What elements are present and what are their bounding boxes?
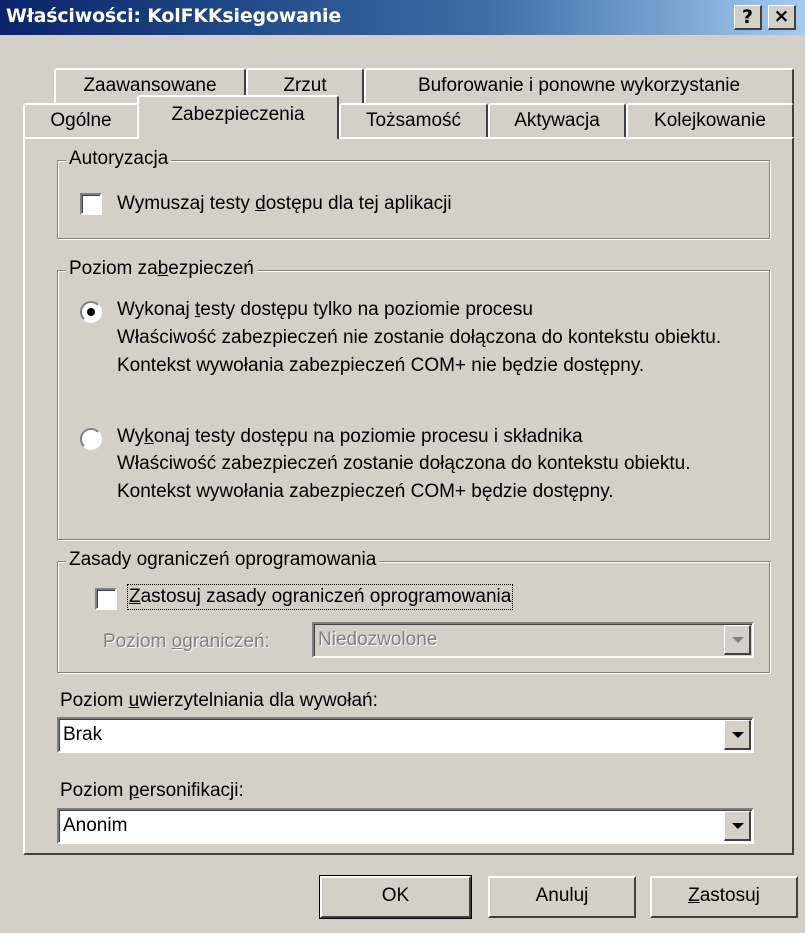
tab-zabezpieczenia[interactable]: Zabezpieczenia [137,95,339,139]
process-level-radio[interactable] [80,301,102,323]
ok-button[interactable]: OK [319,875,472,919]
auth-level-select[interactable]: Brak [57,717,754,753]
tab-label: Kolejkowanie [654,110,766,131]
software-restriction-legend: Zasady ograniczeń oprogramowania [66,549,380,571]
tab-ogolne[interactable]: Ogólne [23,103,139,139]
window-title: Właściwości: KolFKKsiegowanie [6,5,342,27]
impersonation-level-select[interactable]: Anonim [57,808,754,844]
auth-level-value: Brak [63,724,103,745]
apply-restriction-label[interactable]: Zastosuj zasady ograniczeń oprogramowani… [126,584,514,610]
apply-restriction-checkbox[interactable] [95,588,117,610]
tab-tozsamosc[interactable]: Tożsamość [339,103,488,139]
chevron-down-icon [732,732,744,738]
impersonation-level-label: Poziom personifikacji: [60,780,244,801]
enforce-access-checks-label[interactable]: Wymuszaj testy dostępu dla tej aplikacji [117,193,452,215]
tab-label: Zabezpieczenia [171,104,305,125]
restriction-level-label: Poziom ograniczeń: [103,631,270,652]
tab-aktywacja[interactable]: Aktywacja [488,103,626,139]
enforce-access-checks-checkbox[interactable] [80,193,102,215]
title-bar[interactable]: Właściwości: KolFKKsiegowanie ? × [0,0,805,35]
chevron-down-icon [732,637,744,643]
restriction-level-value: Niedozwolone [318,629,438,650]
impersonation-level-value: Anonim [63,815,128,836]
close-button[interactable]: × [768,5,796,30]
process-level-title[interactable]: Wykonaj testy dostępu tylko na poziomie … [117,299,533,321]
auth-level-label: Poziom uwierzytelniania dla wywołań: [60,690,378,711]
tab-label: Tożsamość [365,110,462,131]
security-level-legend: Poziom zabezpieczeń [66,258,257,280]
close-icon: × [773,5,790,27]
tab-kolejkowanie[interactable]: Kolejkowanie [626,103,794,139]
authorization-legend: Autoryzacja [66,148,172,170]
tab-label: Zaawansowane [83,75,217,96]
tab-label: Ogólne [50,110,112,131]
component-level-radio[interactable] [80,428,102,450]
tab-buforowanie[interactable]: Buforowanie i ponowne wykorzystanie [364,68,794,104]
process-level-description: Właściwość zabezpieczeń nie zostanie doł… [117,327,722,376]
component-level-description: Właściwość zabezpieczeń zostanie dołączo… [117,453,691,502]
apply-button[interactable]: Zastosuj [650,876,798,918]
cancel-button[interactable]: Anuluj [488,876,636,918]
restriction-level-select[interactable]: Niedozwolone [312,622,754,658]
tab-label: Zrzut [283,75,327,96]
dropdown-button[interactable] [724,811,751,841]
help-icon: ? [741,6,754,28]
chevron-down-icon [732,823,744,829]
help-button[interactable]: ? [734,5,762,30]
component-level-title[interactable]: Wykonaj testy dostępu na poziomie proces… [117,426,583,448]
tab-label: Buforowanie i ponowne wykorzystanie [417,75,741,96]
radio-selected-dot [87,308,95,316]
tab-label: Aktywacja [514,110,600,131]
properties-dialog: Właściwości: KolFKKsiegowanie ? × Zaawan… [0,0,805,933]
dropdown-button[interactable] [724,625,751,655]
dropdown-button[interactable] [724,720,751,750]
